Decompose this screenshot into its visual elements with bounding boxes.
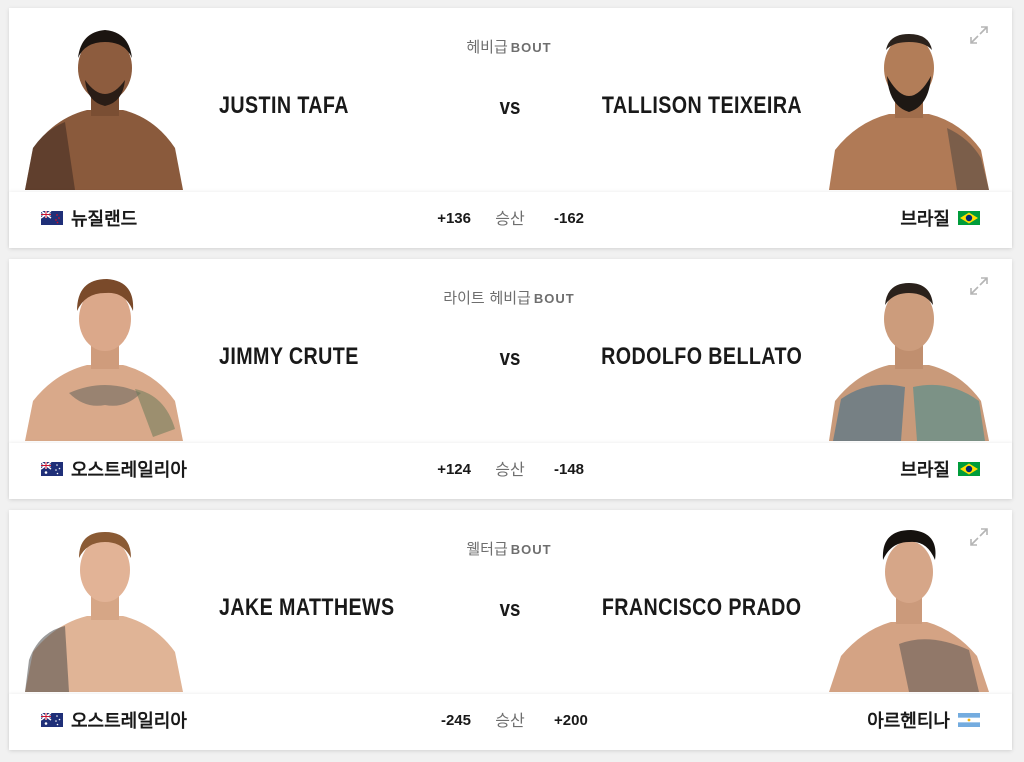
australia-flag-icon	[41, 462, 63, 476]
fighter-image	[25, 30, 183, 190]
australia-flag-icon	[41, 713, 63, 727]
fighter-image	[829, 530, 989, 692]
fight-card[interactable]: 라이트 헤비급 BOUT JIMMY CRUTE vs RODOLFO BELLA…	[9, 259, 1012, 499]
country-name: 오스트레일리아	[71, 711, 187, 732]
weight-class-label: 웰터급 BOUT	[309, 538, 709, 559]
weight-class-label: 헤비급 BOUT	[309, 36, 709, 57]
red-corner-odds: +124	[437, 461, 471, 478]
expand-icon[interactable]	[968, 24, 990, 46]
red-corner-country: 뉴질랜드	[41, 205, 137, 231]
brazil-flag-icon	[958, 211, 980, 225]
vs-label: vs	[499, 94, 521, 119]
weight-class-name: 라이트 헤비급	[443, 289, 531, 307]
blue-corner-odds: -148	[554, 461, 585, 478]
fighter-image	[25, 532, 183, 692]
blue-corner-odds: -162	[554, 210, 585, 227]
red-corner-fighter-name[interactable]: JAKE MATTHEWS	[219, 594, 395, 622]
fighter-image	[829, 34, 989, 190]
new-zealand-flag-icon	[41, 211, 63, 225]
vs-label: vs	[499, 596, 521, 621]
red-corner-fighter-photo[interactable]	[25, 269, 185, 441]
win-odds-label: 승산	[495, 711, 525, 730]
win-odds-label: 승산	[495, 209, 525, 228]
fight-details-bar: 오스트레일리아 -245 승산 +200 아르헨티나	[9, 694, 1012, 750]
fight-details-bar: 뉴질랜드 +136 승산 -162 브라질	[9, 192, 1012, 248]
blue-corner-odds: +200	[554, 712, 588, 729]
red-corner-odds: +136	[437, 210, 471, 227]
red-corner-fighter-photo[interactable]	[25, 520, 185, 692]
country-name: 오스트레일리아	[71, 460, 187, 481]
red-corner-country: 오스트레일리아	[41, 707, 187, 733]
win-odds-label: 승산	[495, 460, 525, 479]
country-name: 뉴질랜드	[71, 209, 138, 230]
expand-icon[interactable]	[968, 275, 990, 297]
fight-details-bar: 오스트레일리아 +124 승산 -148 브라질	[9, 443, 1012, 499]
red-corner-fighter-name[interactable]: JIMMY CRUTE	[219, 343, 359, 371]
country-name: 브라질	[900, 209, 950, 230]
bout-label: BOUT	[510, 542, 552, 557]
blue-corner-fighter-photo[interactable]	[829, 269, 989, 441]
country-name: 브라질	[900, 460, 950, 481]
bout-label: BOUT	[510, 40, 552, 55]
bout-label: BOUT	[533, 291, 575, 306]
vs-label: vs	[499, 345, 521, 370]
country-name: 아르헨티나	[867, 711, 950, 732]
blue-corner-fighter-name[interactable]: FRANCISCO PRADO	[602, 594, 802, 622]
fighter-image	[25, 279, 183, 441]
fighter-image	[829, 283, 989, 441]
red-corner-fighter-name[interactable]: JUSTIN TAFA	[219, 92, 349, 120]
red-corner-country: 오스트레일리아	[41, 456, 187, 482]
brazil-flag-icon	[958, 462, 980, 476]
blue-corner-country: 브라질	[900, 456, 980, 482]
weight-class-label: 라이트 헤비급 BOUT	[309, 287, 709, 308]
blue-corner-country: 브라질	[900, 205, 980, 231]
fight-card[interactable]: 헤비급 BOUT JUSTIN TAFA vs TALLISON TEIXEIRA	[9, 8, 1012, 248]
blue-corner-country: 아르헨티나	[867, 707, 980, 733]
argentina-flag-icon	[958, 713, 980, 727]
red-corner-fighter-photo[interactable]	[25, 18, 185, 190]
blue-corner-fighter-name[interactable]: RODOLFO BELLATO	[601, 343, 802, 371]
blue-corner-fighter-photo[interactable]	[829, 520, 989, 692]
blue-corner-fighter-name[interactable]: TALLISON TEIXEIRA	[602, 92, 802, 120]
weight-class-name: 헤비급	[466, 38, 508, 56]
blue-corner-fighter-photo[interactable]	[829, 18, 989, 190]
fight-card[interactable]: 웰터급 BOUT JAKE MATTHEWS vs FRANCISCO PRADO	[9, 510, 1012, 750]
expand-icon[interactable]	[968, 526, 990, 548]
red-corner-odds: -245	[440, 712, 471, 729]
weight-class-name: 웰터급	[466, 540, 508, 558]
